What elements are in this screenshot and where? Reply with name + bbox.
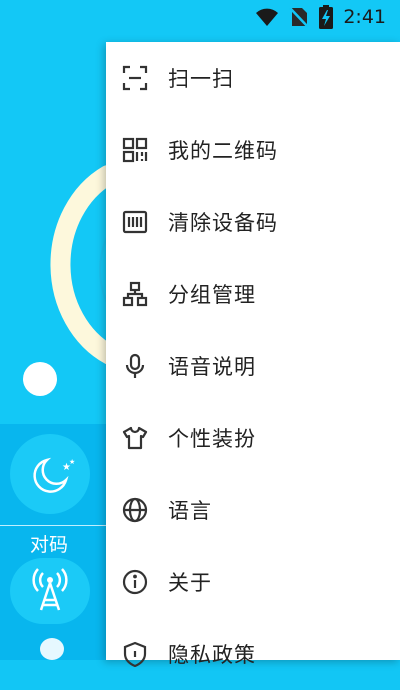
overflow-menu: 扫一扫 我的二维码 清除设备码 分组管理 语音说明 个性装扮 语言 关于 隐私政…: [106, 42, 400, 667]
info-icon: [122, 569, 148, 595]
menu-item-label: 清除设备码: [168, 211, 278, 235]
menu-item-privacy-policy[interactable]: 隐私政策: [106, 618, 400, 690]
menu-item-language[interactable]: 语言: [106, 474, 400, 546]
group-icon: [122, 281, 148, 307]
menu-item-label: 语音说明: [168, 355, 256, 379]
signal-tower-icon: [32, 568, 68, 611]
clear-code-icon: [122, 209, 148, 235]
night-mode-button[interactable]: ★ ★: [10, 434, 90, 514]
dial-knob[interactable]: [23, 362, 57, 396]
menu-item-my-qr-code[interactable]: 我的二维码: [106, 114, 400, 186]
shield-icon: [122, 641, 148, 667]
moon-mode-icon: ★ ★: [33, 457, 75, 493]
menu-item-about[interactable]: 关于: [106, 546, 400, 618]
menu-item-label: 个性装扮: [168, 427, 256, 451]
menu-item-clear-device-code[interactable]: 清除设备码: [106, 186, 400, 258]
pair-label: 对码: [30, 534, 69, 556]
menu-item-label: 隐私政策: [168, 643, 256, 667]
battery-charging-icon: [319, 5, 334, 29]
menu-item-group-management[interactable]: 分组管理: [106, 258, 400, 330]
menu-item-voice-guide[interactable]: 语音说明: [106, 330, 400, 402]
microphone-icon: [122, 353, 148, 379]
menu-item-label: 分组管理: [168, 283, 256, 307]
menu-item-label: 我的二维码: [168, 139, 278, 163]
qr-code-icon: [122, 137, 148, 163]
pair-button[interactable]: [10, 558, 90, 624]
menu-item-label: 语言: [168, 499, 212, 523]
menu-item-label: 扫一扫: [168, 67, 234, 91]
scan-icon: [122, 65, 148, 91]
no-sim-icon: [289, 7, 310, 28]
divider: [0, 525, 110, 526]
svg-text:★: ★: [69, 458, 75, 466]
menu-item-scan[interactable]: 扫一扫: [106, 42, 400, 114]
clock: 2:41: [343, 6, 386, 28]
menu-item-personalize[interactable]: 个性装扮: [106, 402, 400, 474]
status-bar: 2:41: [0, 0, 400, 34]
pin-icon[interactable]: [40, 638, 64, 660]
menu-item-label: 关于: [168, 571, 212, 595]
wifi-icon: [256, 8, 279, 26]
shirt-icon: [122, 425, 148, 451]
globe-icon: [122, 497, 148, 523]
